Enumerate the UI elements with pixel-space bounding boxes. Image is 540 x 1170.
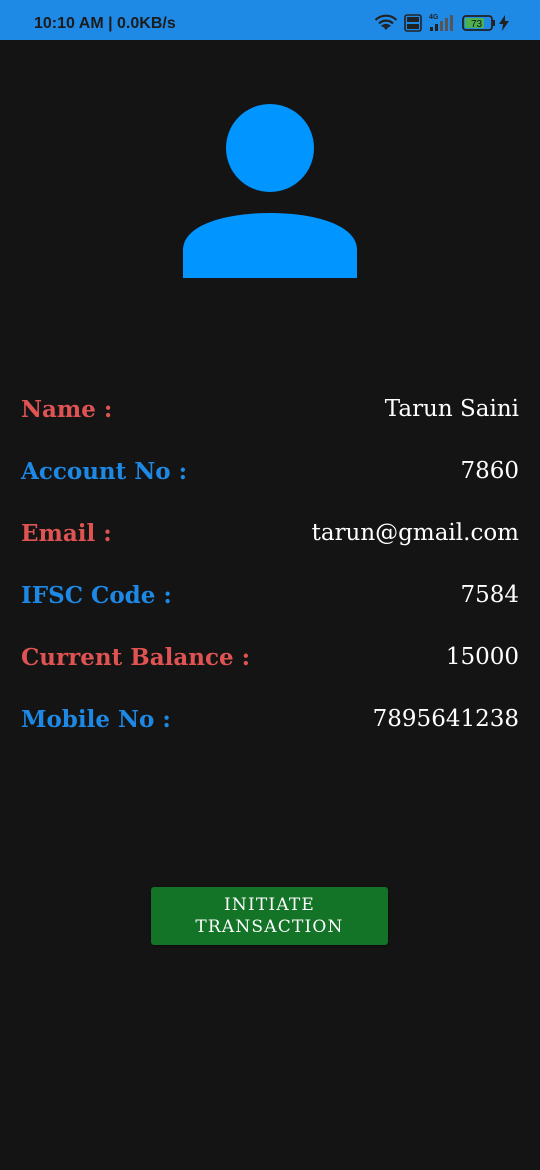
status-bar: 10:10 AM | 0.0KB/s 4G 73 <box>0 0 540 40</box>
battery-level: 73 <box>471 19 483 30</box>
volte-icon <box>404 14 422 37</box>
detail-row-name: Name : Tarun Saini <box>21 390 519 430</box>
account-label: Account No : <box>21 458 188 485</box>
email-value: tarun@gmail.com <box>311 520 519 546</box>
avatar <box>180 100 360 280</box>
network-label: 4G <box>429 14 439 21</box>
mobile-value: 7895641238 <box>372 706 519 732</box>
email-label: Email : <box>21 520 112 547</box>
initiate-transaction-button[interactable]: INITIATE TRANSACTION <box>151 887 388 945</box>
ifsc-value: 7584 <box>460 582 519 608</box>
battery-icon: 73 <box>462 15 496 36</box>
signal-icon: 4G <box>428 12 456 37</box>
balance-value: 15000 <box>445 644 519 670</box>
detail-row-account: Account No : 7860 <box>21 452 519 492</box>
charging-icon <box>498 15 510 36</box>
ifsc-label: IFSC Code : <box>21 582 172 609</box>
person-icon <box>183 104 357 278</box>
mobile-label: Mobile No : <box>21 706 171 733</box>
button-label-line2: TRANSACTION <box>195 917 344 937</box>
button-label: INITIATE TRANSACTION <box>195 894 343 938</box>
detail-row-mobile: Mobile No : 7895641238 <box>21 700 519 740</box>
wifi-icon <box>374 14 398 37</box>
status-time: 10:10 AM | 0.0KB/s <box>34 15 176 32</box>
name-value: Tarun Saini <box>384 396 519 422</box>
balance-label: Current Balance : <box>21 644 251 671</box>
detail-row-balance: Current Balance : 15000 <box>21 638 519 678</box>
button-label-line1: INITIATE <box>223 895 316 915</box>
account-value: 7860 <box>460 458 519 484</box>
detail-row-email: Email : tarun@gmail.com <box>21 514 519 554</box>
detail-row-ifsc: IFSC Code : 7584 <box>21 576 519 616</box>
name-label: Name : <box>21 396 113 423</box>
status-icons: 4G 73 <box>374 12 514 32</box>
